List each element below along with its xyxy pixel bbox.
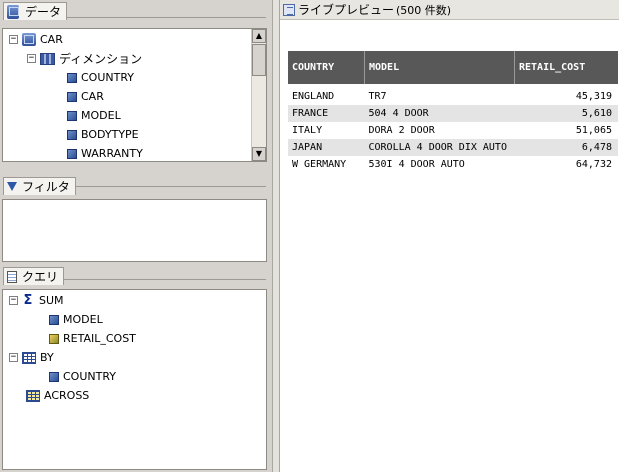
field-icon — [67, 72, 77, 83]
cell-model: DORA 2 DOOR — [368, 125, 435, 136]
cell-country: W GERMANY — [292, 159, 347, 170]
sum-icon: Σ — [23, 293, 33, 308]
tree-field-label: CAR — [81, 90, 104, 103]
data-panel-tab[interactable]: データ — [3, 2, 68, 20]
filter-panel-tab[interactable]: フィルタ — [3, 177, 76, 195]
query-node-across[interactable]: ACROSS — [26, 386, 89, 405]
data-tree[interactable]: − CAR − ディメンション COUNTRY CAR MODEL BODYTY… — [2, 28, 267, 162]
query-field-label: MODEL — [63, 313, 103, 326]
table-row: JAPAN COROLLA 4 DOOR DIX AUTO 6,478 — [288, 139, 618, 156]
filter-icon — [7, 182, 17, 191]
table-row: ENGLAND TR7 45,319 — [288, 88, 618, 105]
tree-node-label: ディメンション — [59, 52, 143, 66]
table-row: FRANCE 504 4 DOOR 5,610 — [288, 105, 618, 122]
query-node-label: ACROSS — [44, 389, 90, 402]
query-node-label: BY — [40, 351, 54, 364]
scroll-down-button[interactable]: ▼ — [252, 147, 266, 161]
query-node-by[interactable]: − BY — [9, 348, 54, 367]
preview-icon — [283, 3, 295, 16]
query-field-model[interactable]: MODEL — [49, 310, 103, 329]
data-panel-title: データ — [25, 5, 62, 19]
cube-icon — [22, 33, 36, 46]
preview-header: ライブプレビュー (500 件数) — [280, 0, 619, 20]
scroll-thumb[interactable] — [252, 44, 266, 76]
table-row: W GERMANY 530I 4 DOOR AUTO 64,732 — [288, 156, 618, 173]
tree-node-car[interactable]: − CAR — [9, 30, 63, 49]
measure-icon — [49, 333, 59, 344]
tree-field-label: COUNTRY — [81, 71, 134, 84]
cell-model: 504 4 DOOR — [364, 105, 515, 122]
column-header-retail-cost[interactable]: RETAIL_COST — [514, 51, 618, 84]
column-header-model[interactable]: MODEL — [364, 51, 515, 84]
tree-node-label: CAR — [40, 33, 63, 46]
cell-retail-cost: 51,065 — [575, 125, 612, 136]
field-icon — [67, 91, 77, 102]
grid-icon — [22, 351, 36, 364]
filter-panel: フィルタ — [0, 172, 272, 264]
query-field-country[interactable]: COUNTRY — [49, 367, 116, 386]
left-pane: データ − CAR − ディメンション COUNTRY CAR MODEL BO… — [0, 0, 272, 472]
tree-field-bodytype[interactable]: BODYTYPE — [67, 125, 139, 144]
cell-country: FRANCE — [288, 105, 365, 122]
field-icon — [49, 371, 59, 382]
cell-country: ENGLAND — [292, 91, 335, 102]
preview-table: COUNTRY MODEL RETAIL_COST ENGLAND TR7 45… — [288, 51, 618, 173]
cell-country: ITALY — [292, 125, 323, 136]
tree-node-dimension[interactable]: − ディメンション — [27, 49, 142, 68]
field-icon — [49, 314, 59, 325]
data-panel: データ − CAR − ディメンション COUNTRY CAR MODEL BO… — [0, 0, 272, 165]
cell-model: COROLLA 4 DOOR DIX AUTO — [364, 139, 515, 156]
collapse-icon[interactable]: − — [9, 296, 18, 305]
table-header-row: COUNTRY MODEL RETAIL_COST — [288, 51, 618, 84]
table-row: ITALY DORA 2 DOOR 51,065 — [288, 122, 618, 139]
cell-model: 530I 4 DOOR AUTO — [368, 159, 465, 170]
tree-field-label: BODYTYPE — [81, 128, 139, 141]
tree-field-label: MODEL — [81, 109, 121, 122]
query-field-label: COUNTRY — [63, 370, 116, 383]
query-node-label: SUM — [39, 294, 64, 307]
field-icon — [67, 110, 77, 121]
cell-retail-cost: 64,732 — [575, 159, 612, 170]
pane-splitter[interactable] — [272, 0, 280, 472]
filter-area[interactable] — [2, 199, 267, 262]
query-panel: クエリ − Σ SUM MODEL RETAIL_COST − BY COUNT… — [0, 265, 272, 472]
field-icon — [67, 148, 77, 159]
query-panel-title: クエリ — [22, 270, 59, 284]
preview-record-count: (500 件数) — [396, 3, 452, 17]
cell-retail-cost: 6,478 — [514, 139, 618, 156]
filter-panel-title: フィルタ — [22, 180, 70, 194]
preview-title: ライブプレビュー — [298, 3, 395, 17]
collapse-icon[interactable]: − — [9, 35, 18, 44]
query-tree[interactable]: − Σ SUM MODEL RETAIL_COST − BY COUNTRY A… — [2, 289, 267, 470]
tree-field-country[interactable]: COUNTRY — [67, 68, 134, 87]
cell-retail-cost: 5,610 — [514, 105, 618, 122]
query-panel-tab[interactable]: クエリ — [3, 267, 65, 285]
cell-retail-cost: 45,319 — [575, 91, 612, 102]
collapse-icon[interactable]: − — [27, 54, 36, 63]
grid-icon — [26, 389, 40, 402]
column-header-country[interactable]: COUNTRY — [288, 51, 365, 84]
tree-field-warranty[interactable]: WARRANTY — [67, 144, 143, 161]
collapse-icon[interactable]: − — [9, 353, 18, 362]
query-field-retail-cost[interactable]: RETAIL_COST — [49, 329, 136, 348]
dimension-icon — [40, 52, 55, 65]
data-tree-scrollbar[interactable]: ▲ ▼ — [251, 29, 266, 161]
document-icon — [7, 270, 17, 283]
scroll-up-button[interactable]: ▲ — [252, 29, 266, 43]
tree-field-label: WARRANTY — [81, 147, 143, 160]
cell-country: JAPAN — [288, 139, 365, 156]
tree-field-car[interactable]: CAR — [67, 87, 104, 106]
query-node-sum[interactable]: − Σ SUM — [9, 291, 64, 310]
cell-model: TR7 — [368, 91, 387, 102]
database-icon — [7, 4, 19, 19]
query-field-label: RETAIL_COST — [63, 332, 136, 345]
tree-field-model[interactable]: MODEL — [67, 106, 121, 125]
preview-pane: ライブプレビュー (500 件数) COUNTRY MODEL RETAIL_C… — [280, 0, 619, 472]
field-icon — [67, 129, 77, 140]
